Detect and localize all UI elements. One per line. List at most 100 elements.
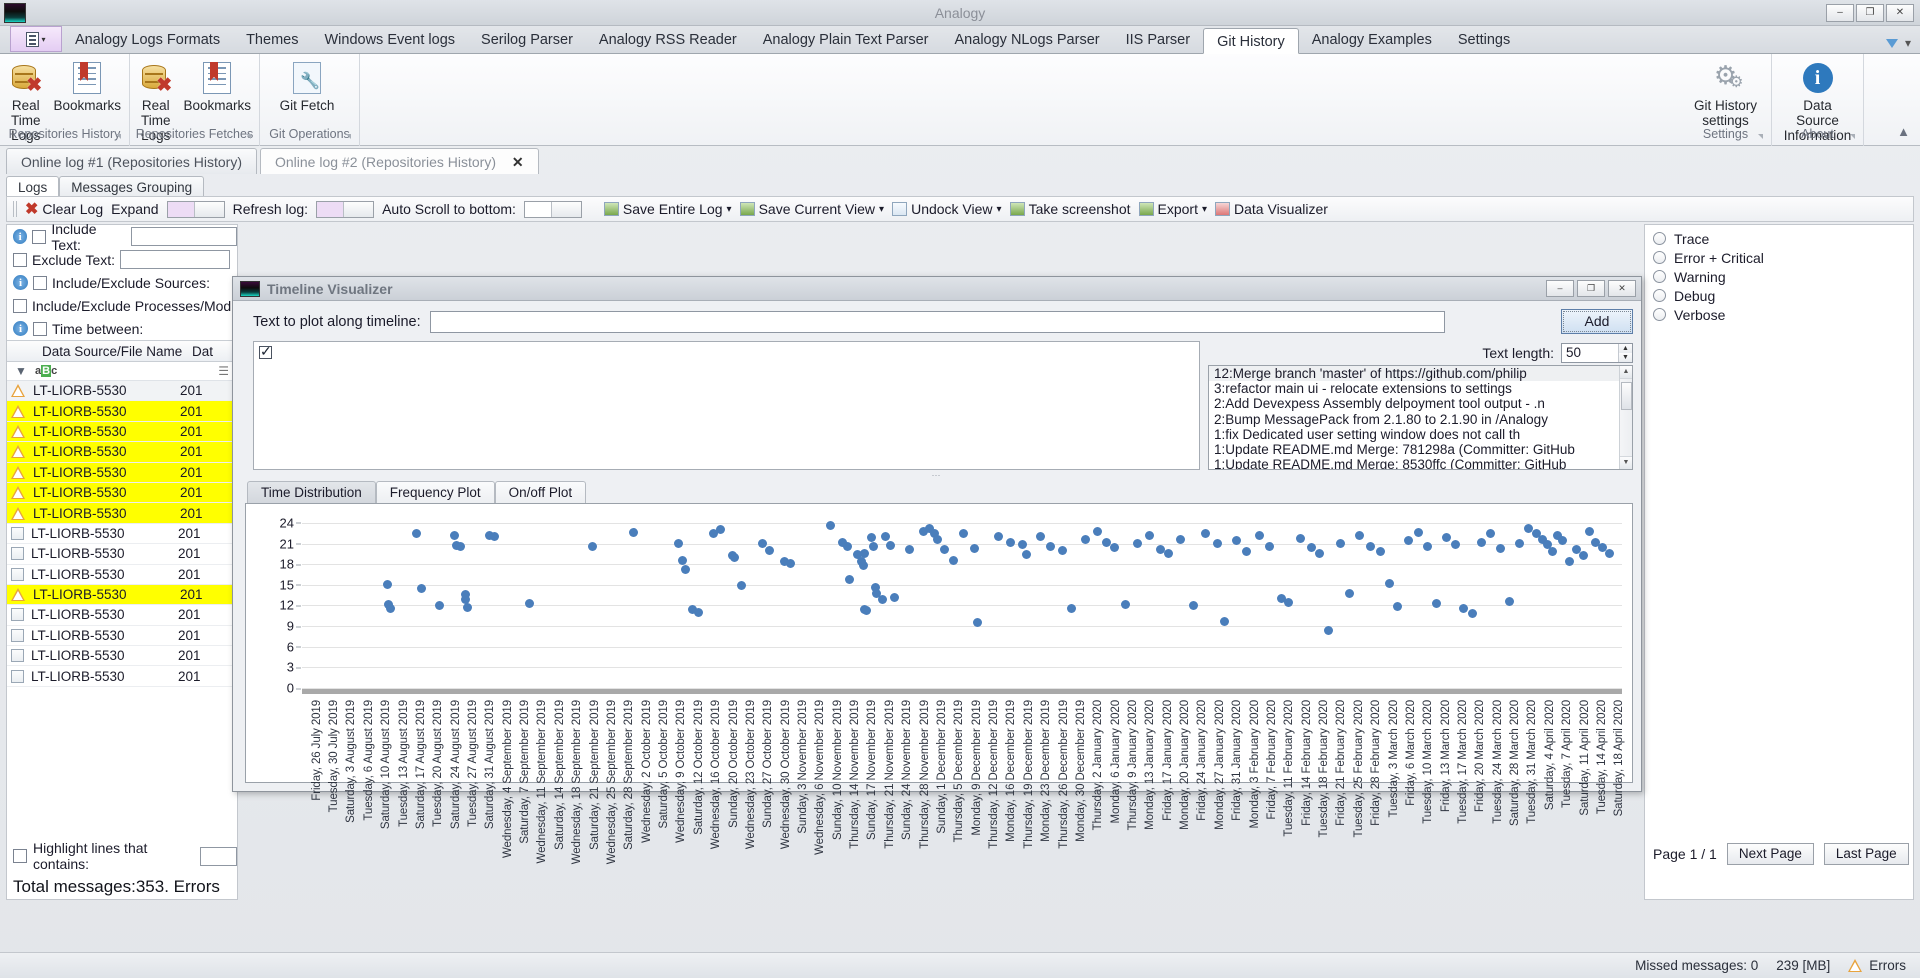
data-point[interactable]	[1496, 544, 1505, 553]
table-row[interactable]: LT-LIORB-5530201	[7, 401, 237, 421]
data-point[interactable]	[1505, 597, 1514, 606]
table-row[interactable]: LT-LIORB-5530201	[7, 381, 237, 401]
data-point[interactable]	[1022, 550, 1031, 559]
table-row[interactable]: LT-LIORB-5530201	[7, 463, 237, 483]
data-point[interactable]	[1121, 600, 1130, 609]
data-point[interactable]	[1093, 527, 1102, 536]
toolbar-grip[interactable]	[13, 201, 17, 217]
data-point[interactable]	[1393, 602, 1402, 611]
data-point[interactable]	[737, 581, 746, 590]
list-item[interactable]: 1:Update README.md Merge: 781298a (Commi…	[1209, 442, 1632, 457]
clear-log-button[interactable]: ✖ Clear Log	[25, 199, 103, 219]
tab-time-distribution[interactable]: Time Distribution	[247, 481, 376, 503]
data-point[interactable]	[1036, 532, 1045, 541]
ribbon-tab-analogy-rss-reader[interactable]: Analogy RSS Reader	[586, 27, 750, 53]
chevron-down-icon[interactable]: ▾	[1905, 36, 1911, 50]
text-length-stepper[interactable]: 50 ▲ ▼	[1561, 343, 1633, 363]
data-point[interactable]	[878, 595, 887, 604]
ribbon-tab-analogy-examples[interactable]: Analogy Examples	[1299, 27, 1445, 53]
data-point[interactable]	[730, 553, 739, 562]
data-point[interactable]	[1432, 599, 1441, 608]
ribbon-button-bookmarks[interactable]: Bookmarks	[53, 58, 121, 113]
data-visualizer-button[interactable]: Data Visualizer	[1215, 201, 1328, 217]
data-point[interactable]	[1548, 547, 1557, 556]
data-point[interactable]	[994, 532, 1003, 541]
log-level-verbose[interactable]: Verbose	[1653, 305, 1764, 324]
data-point[interactable]	[716, 525, 725, 534]
data-point[interactable]	[1336, 539, 1345, 548]
include-exclude-processes-checkbox[interactable]	[13, 299, 27, 313]
stepper-up-icon[interactable]: ▲	[1619, 344, 1632, 353]
auto-scroll-toggle[interactable]	[524, 201, 582, 218]
ribbon-tab-themes[interactable]: Themes	[233, 27, 311, 53]
tab-logs[interactable]: Logs	[6, 176, 59, 198]
ribbon-tab-iis-parser[interactable]: IIS Parser	[1113, 27, 1203, 53]
data-point[interactable]	[1189, 601, 1198, 610]
list-item[interactable]: 3:refactor main ui - relocate extensions…	[1209, 381, 1632, 396]
table-row[interactable]: LT-LIORB-5530201	[7, 666, 237, 686]
data-point[interactable]	[1366, 542, 1375, 551]
ribbon-button-bookmarks[interactable]: Bookmarks	[183, 58, 251, 113]
ribbon-tab-settings[interactable]: Settings	[1445, 27, 1523, 53]
splitter-handle[interactable]: ⋯	[233, 470, 1641, 479]
data-point[interactable]	[1156, 545, 1165, 554]
save-entire-log-button[interactable]: Save Entire Log ▾	[604, 201, 732, 217]
radio-button[interactable]	[1653, 308, 1666, 321]
data-point[interactable]	[843, 542, 852, 551]
data-point[interactable]	[629, 528, 638, 537]
dialog-maximize-button[interactable]: ❐	[1577, 280, 1605, 297]
data-point[interactable]	[1524, 524, 1533, 533]
text-length-value[interactable]: 50	[1562, 344, 1618, 362]
data-point[interactable]	[1058, 546, 1067, 555]
ribbon-button-git-fetch[interactable]: 🔧Git Fetch	[268, 58, 346, 113]
ribbon-tab-serilog-parser[interactable]: Serilog Parser	[468, 27, 586, 53]
data-point[interactable]	[970, 544, 979, 553]
include-text-input[interactable]	[131, 227, 237, 246]
ribbon-button-git-history[interactable]: ⚙⚙Git Historysettings	[1688, 58, 1763, 128]
log-level-debug[interactable]: Debug	[1653, 286, 1764, 305]
dialog-minimize-button[interactable]: –	[1546, 280, 1574, 297]
expand-toggle[interactable]	[167, 201, 225, 218]
data-point[interactable]	[859, 561, 868, 570]
data-point[interactable]	[826, 521, 835, 530]
highlight-input[interactable]	[200, 847, 237, 866]
data-point[interactable]	[1046, 542, 1055, 551]
doc-tab-online-log-2[interactable]: Online log #2 (Repositories History) ✕	[260, 148, 539, 174]
data-point[interactable]	[1081, 535, 1090, 544]
chevron-down-icon[interactable]: ▾	[1202, 204, 1207, 215]
data-point[interactable]	[933, 535, 942, 544]
data-point[interactable]	[869, 542, 878, 551]
ribbon-tab-windows-event-logs[interactable]: Windows Event logs	[311, 27, 468, 53]
collapse-ribbon-icon[interactable]: ▲	[1897, 124, 1910, 139]
take-screenshot-button[interactable]: Take screenshot	[1010, 201, 1131, 217]
refresh-log-toggle[interactable]	[316, 201, 374, 218]
data-point[interactable]	[1468, 609, 1477, 618]
data-point[interactable]	[1376, 547, 1385, 556]
data-point[interactable]	[1145, 531, 1154, 540]
table-row[interactable]: LT-LIORB-5530201	[7, 503, 237, 523]
data-point[interactable]	[1006, 538, 1015, 547]
data-point[interactable]	[681, 565, 690, 574]
table-row[interactable]: LT-LIORB-5530201	[7, 605, 237, 625]
data-point[interactable]	[1110, 543, 1119, 552]
table-row[interactable]: LT-LIORB-5530201	[7, 524, 237, 544]
list-item[interactable]: 2:Add Devexpess Assembly delpoyment tool…	[1209, 396, 1632, 411]
data-point[interactable]	[525, 599, 534, 608]
data-point[interactable]	[1605, 549, 1614, 558]
data-point[interactable]	[383, 580, 392, 589]
ribbon-tab-analogy-nlogs-parser[interactable]: Analogy NLogs Parser	[942, 27, 1113, 53]
data-point[interactable]	[412, 529, 421, 538]
data-point[interactable]	[386, 604, 395, 613]
stepper-arrows[interactable]: ▲ ▼	[1618, 344, 1632, 362]
data-point[interactable]	[456, 542, 465, 551]
data-point[interactable]	[490, 532, 499, 541]
scrollbar-thumb[interactable]	[1621, 382, 1632, 410]
tab-onoff-plot[interactable]: On/off Plot	[495, 481, 587, 503]
data-point[interactable]	[1459, 604, 1468, 613]
tab-frequency-plot[interactable]: Frequency Plot	[376, 481, 495, 503]
commits-list[interactable]: 12:Merge branch 'master' of https://gith…	[1208, 365, 1633, 470]
data-point[interactable]	[881, 532, 890, 541]
undock-view-button[interactable]: Undock View ▾	[892, 201, 1001, 217]
exclude-text-input[interactable]	[120, 250, 230, 269]
data-point[interactable]	[417, 584, 426, 593]
